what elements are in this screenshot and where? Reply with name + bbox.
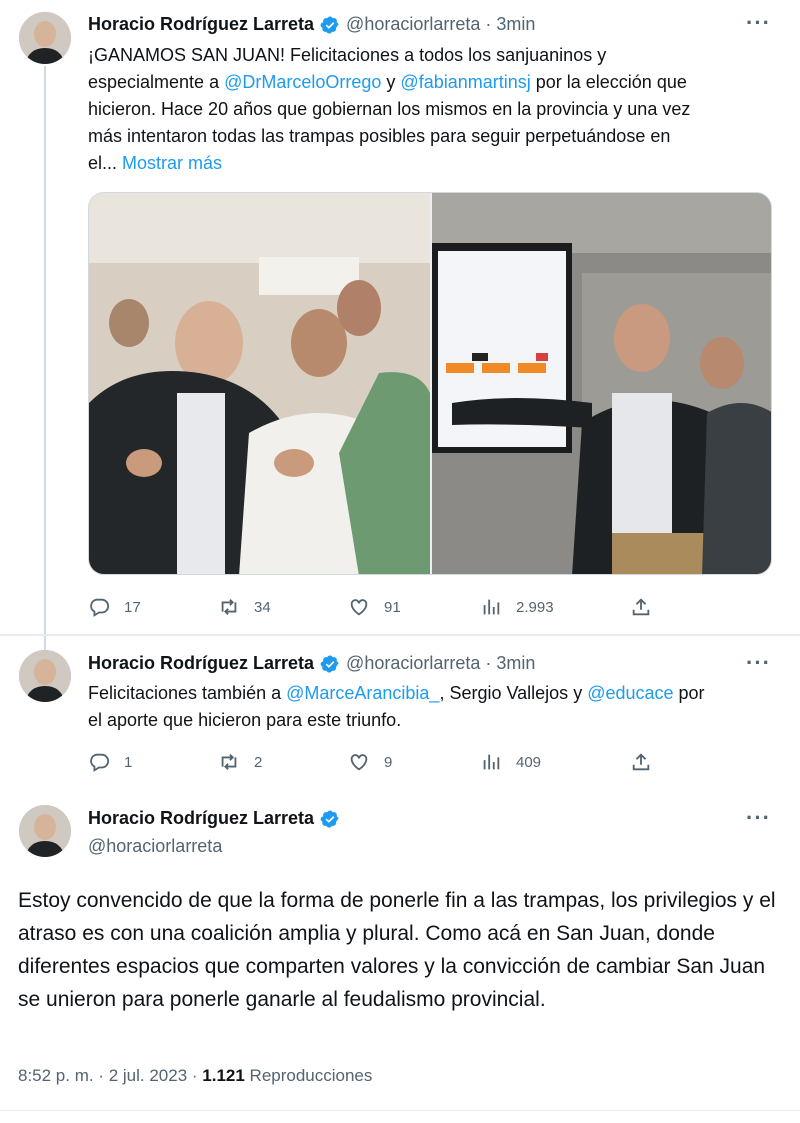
like-icon [350,599,368,616]
text-segment: Felicitaciones también a [88,683,287,703]
tweet-line: ¡GANAMOS SAN JUAN! Felicitaciones a todo… [88,45,607,65]
mention-link[interactable]: @educace [587,683,673,703]
retweet-button[interactable]: 34 [218,596,271,618]
verified-badge-icon [320,654,339,673]
tweet-line: especialmente a @DrMarceloOrrego y @fabi… [88,69,788,96]
like-button[interactable]: 91 [348,596,401,618]
tweet-body: ¡GANAMOS SAN JUAN! Felicitaciones a todo… [88,42,788,177]
tweet-header: Horacio Rodríguez Larreta @horaciorlarre… [88,14,535,35]
verified-badge-icon [320,15,339,34]
reply-icon [90,753,110,772]
author-name[interactable]: Horacio Rodríguez Larreta [88,808,314,829]
tweet-line: más intentaron todas las trampas posible… [88,126,671,146]
tweet-media[interactable] [88,192,772,575]
retweet-icon [221,754,237,770]
share-icon [632,753,650,771]
views-label: Reproducciones [244,1066,373,1085]
like-count: 91 [384,598,401,616]
divider [0,1110,800,1111]
tweet-body: Felicitaciones también a @MarceArancibia… [88,680,788,734]
text-segment: por la elección que [530,72,687,92]
media-photo-right[interactable] [432,193,771,574]
show-more-link[interactable]: Mostrar más [122,153,222,173]
media-photo-left[interactable] [89,193,430,574]
tweet-time[interactable]: · 3min [485,14,535,35]
views-icon [483,599,500,615]
mention-link[interactable]: @DrMarceloOrrego [224,72,381,92]
divider [0,634,800,636]
avatar[interactable] [19,12,71,64]
tweet-body: Estoy convencido de que la forma de pone… [18,889,776,1011]
mention-link[interactable]: @fabianmartinsj [400,72,530,92]
author-handle[interactable]: @horaciorlarreta [88,836,222,857]
author-name[interactable]: Horacio Rodríguez Larreta [88,653,314,674]
views-icon [483,754,500,770]
share-button[interactable] [630,596,666,618]
tweet-line: Felicitaciones también a @MarceArancibia… [88,680,788,707]
like-button[interactable]: 9 [348,751,392,773]
share-button[interactable] [630,751,666,773]
text-segment: y [381,72,401,92]
tweet-metadata: 8:52 p. m. · 2 jul. 2023 · 1.121 Reprodu… [18,1066,372,1086]
reply-button[interactable]: 1 [88,751,132,773]
author-handle[interactable]: @horaciorlarreta [346,653,480,674]
like-icon [350,754,368,771]
like-count: 9 [384,753,393,771]
retweet-count: 34 [254,598,271,616]
tweet-timestamp[interactable]: 8:52 p. m. · 2 jul. 2023 · [18,1066,202,1085]
tweet-header: Horacio Rodríguez Larreta @horaciorlarre… [88,653,535,674]
avatar[interactable] [19,805,71,857]
views-count: 409 [516,753,542,771]
reply-button[interactable]: 17 [88,596,141,618]
retweet-count: 2 [254,753,263,771]
reply-count: 1 [124,753,133,771]
tweet-line: el... Mostrar más [88,150,788,177]
views-button[interactable]: 2.993 [480,596,554,618]
author-name[interactable]: Horacio Rodríguez Larreta [88,14,314,35]
mention-link[interactable]: @MarceArancibia_ [286,683,439,703]
reply-count: 17 [124,598,141,616]
text-segment: especialmente a [88,72,225,92]
verified-badge-icon [320,809,339,828]
author-handle[interactable]: @horaciorlarreta [346,14,480,35]
thread-connector-line [44,66,46,654]
reply-icon [90,598,110,617]
text-segment: , Sergio Vallejos y [439,683,588,703]
share-icon [632,598,650,616]
tweet-time[interactable]: · 3min [485,653,535,674]
views-total: 1.121 [202,1066,245,1085]
avatar[interactable] [19,650,71,702]
views-button[interactable]: 409 [480,751,541,773]
more-icon[interactable]: ··· [746,10,771,36]
text-segment: por [673,683,705,703]
more-icon[interactable]: ··· [746,805,771,831]
views-count: 2.993 [516,598,554,616]
retweet-icon [221,599,237,615]
tweet-header: Horacio Rodríguez Larreta [88,808,346,829]
more-icon[interactable]: ··· [746,650,771,676]
retweet-button[interactable]: 2 [218,751,262,773]
tweet-line: el aporte que hicieron para este triunfo… [88,710,402,730]
text-segment: el... [88,153,123,173]
tweet-line: hicieron. Hace 20 años que gobiernan los… [88,99,691,119]
